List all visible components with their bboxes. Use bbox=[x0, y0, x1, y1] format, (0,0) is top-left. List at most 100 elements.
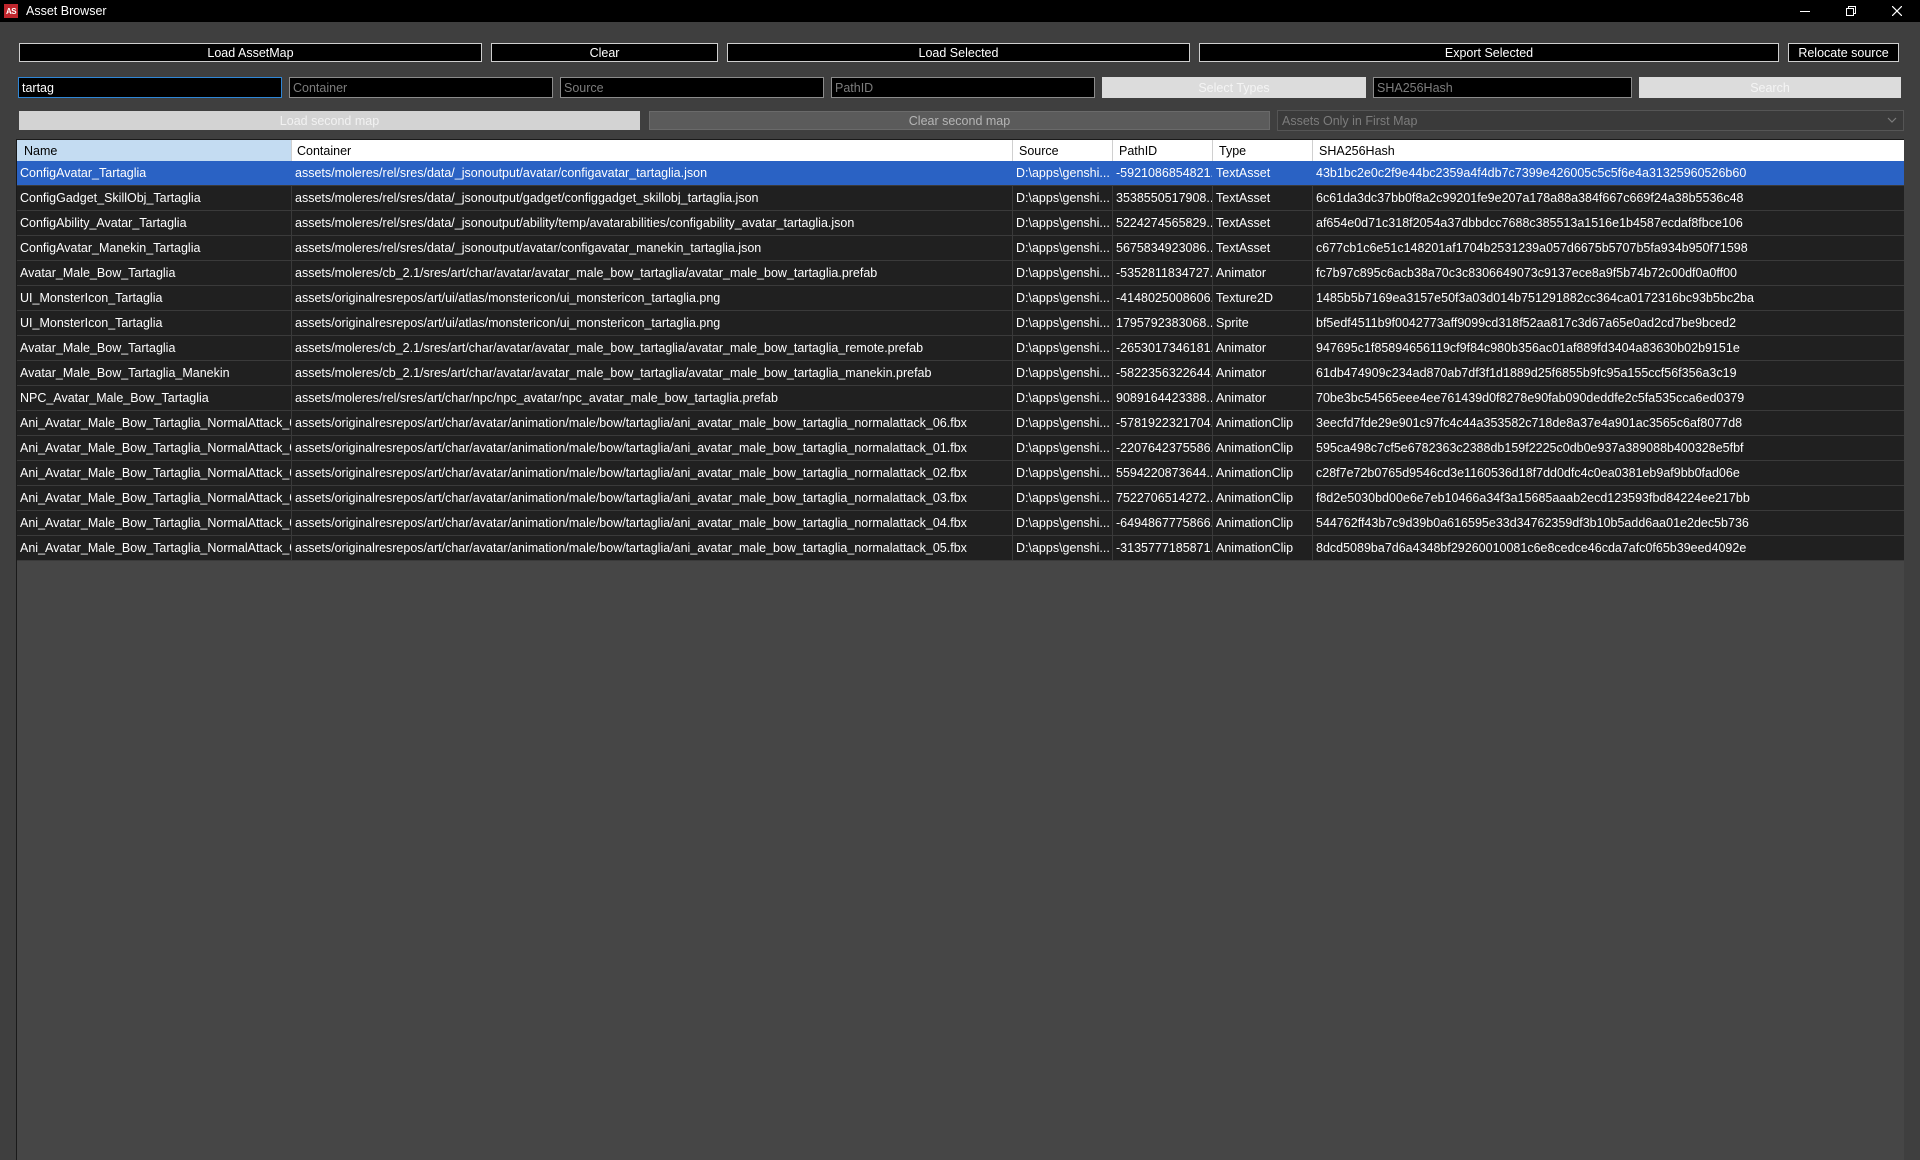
cell-container: assets/moleres/cb_2.1/sres/art/char/avat… bbox=[292, 336, 1013, 360]
cell-container: assets/moleres/rel/sres/data/_jsonoutput… bbox=[292, 161, 1013, 185]
load-selected-button[interactable]: Load Selected bbox=[727, 43, 1190, 62]
cell-container: assets/moleres/rel/sres/data/_jsonoutput… bbox=[292, 186, 1013, 210]
table-row[interactable]: Avatar_Male_Bow_Tartaglia assets/moleres/… bbox=[17, 261, 1904, 286]
cell-container: assets/originalresrepos/art/char/avatar/… bbox=[292, 461, 1013, 485]
clear-second-map-button[interactable]: Clear second map bbox=[649, 111, 1270, 130]
cell-container: assets/moleres/cb_2.1/sres/art/char/avat… bbox=[292, 261, 1013, 285]
select-types-button[interactable]: Select Types bbox=[1102, 77, 1366, 98]
cell-name: UI_MonsterIcon_Tartaglia bbox=[17, 311, 292, 335]
cell-source: D:\apps\genshi... bbox=[1013, 536, 1113, 560]
cell-sha256: 43b1bc2e0c2f9e44bc2359a4f4db7c7399e42600… bbox=[1316, 166, 1747, 180]
cell-source: D:\apps\genshi... bbox=[1013, 486, 1113, 510]
table-row[interactable]: Ani_Avatar_Male_Bow_Tartaglia_NormalAtta… bbox=[17, 461, 1904, 486]
cell-pathid: -5921086854821... bbox=[1113, 161, 1213, 185]
cell-name: Ani_Avatar_Male_Bow_Tartaglia_NormalAtta… bbox=[17, 486, 292, 510]
cell-source: D:\apps\genshi... bbox=[1013, 411, 1113, 435]
cell-pathid: 1795792383068... bbox=[1113, 311, 1213, 335]
cell-sha256: 6c61da3dc37bb0f8a2c99201fe9e207a178a88a3… bbox=[1316, 191, 1744, 205]
cell-type: AnimationClip bbox=[1213, 411, 1313, 435]
table-row[interactable]: Ani_Avatar_Male_Bow_Tartaglia_NormalAtta… bbox=[17, 411, 1904, 436]
cell-pathid: 5594220873644... bbox=[1113, 461, 1213, 485]
table-row[interactable]: ConfigGadget_SkillObj_Tartaglia assets/mo… bbox=[17, 186, 1904, 211]
table-row[interactable]: Avatar_Male_Bow_Tartaglia assets/moleres/… bbox=[17, 336, 1904, 361]
cell-source: D:\apps\genshi... bbox=[1013, 261, 1113, 285]
cell-sha256: bf5edf4511b9f0042773aff9099cd318f52aa817… bbox=[1316, 316, 1737, 330]
column-header-type[interactable]: Type bbox=[1213, 140, 1313, 161]
export-selected-button[interactable]: Export Selected bbox=[1199, 43, 1779, 62]
table-row[interactable]: ConfigAvatar_Manekin_Tartaglia assets/mol… bbox=[17, 236, 1904, 261]
title-bar: AS Asset Browser bbox=[0, 0, 1920, 22]
second-map-mode-select[interactable]: Assets Only in First Map bbox=[1277, 110, 1904, 131]
minimize-button[interactable] bbox=[1782, 0, 1828, 22]
cell-container: assets/moleres/cb_2.1/sres/art/char/avat… bbox=[292, 361, 1013, 385]
cell-source: D:\apps\genshi... bbox=[1013, 461, 1113, 485]
column-header-name[interactable]: Name bbox=[17, 140, 292, 161]
sha256-filter-input[interactable] bbox=[1373, 77, 1632, 98]
cell-pathid: -2653017346181... bbox=[1113, 336, 1213, 360]
cell-name: UI_MonsterIcon_Tartaglia bbox=[17, 286, 292, 310]
cell-type: Animator bbox=[1213, 261, 1313, 285]
cell-pathid: -4148025008606... bbox=[1113, 286, 1213, 310]
cell-source: D:\apps\genshi... bbox=[1013, 186, 1113, 210]
container-filter-input[interactable] bbox=[289, 77, 553, 98]
cell-sha256: 8dcd5089ba7d6a4348bf29260010081c6e8cedce… bbox=[1316, 541, 1747, 555]
cell-pathid: 5675834923086... bbox=[1113, 236, 1213, 260]
cell-container: assets/originalresrepos/art/ui/atlas/mon… bbox=[292, 286, 1013, 310]
app-logo-icon: AS bbox=[4, 4, 18, 18]
column-header-sha256[interactable]: SHA256Hash bbox=[1313, 140, 1904, 161]
column-header-source[interactable]: Source bbox=[1013, 140, 1113, 161]
cell-type: Animator bbox=[1213, 361, 1313, 385]
cell-type: TextAsset bbox=[1213, 211, 1313, 235]
cell-sha256: 3eecfd7fde29e901c97fc4c44a353582c718de8a… bbox=[1316, 416, 1743, 430]
cell-name: Avatar_Male_Bow_Tartaglia_Manekin bbox=[17, 361, 292, 385]
cell-sha256: af654e0d71c318f2054a37dbbdcc7688c385513a… bbox=[1316, 216, 1743, 230]
table-row[interactable]: UI_MonsterIcon_Tartaglia assets/originalr… bbox=[17, 311, 1904, 336]
close-button[interactable] bbox=[1874, 0, 1920, 22]
cell-source: D:\apps\genshi... bbox=[1013, 161, 1113, 185]
restore-button[interactable] bbox=[1828, 0, 1874, 22]
cell-type: AnimationClip bbox=[1213, 536, 1313, 560]
load-second-map-button[interactable]: Load second map bbox=[19, 111, 640, 130]
search-button[interactable]: Search bbox=[1639, 77, 1901, 98]
table-row[interactable]: Ani_Avatar_Male_Bow_Tartaglia_NormalAtta… bbox=[17, 486, 1904, 511]
cell-pathid: -6494867775866... bbox=[1113, 511, 1213, 535]
table-row[interactable]: Ani_Avatar_Male_Bow_Tartaglia_NormalAtta… bbox=[17, 511, 1904, 536]
cell-pathid: -3135777185871... bbox=[1113, 536, 1213, 560]
cell-sha256: 61db474909c234ad870ab7df3f1d1889d25f6855… bbox=[1316, 366, 1737, 380]
cell-name: ConfigAvatar_Manekin_Tartaglia bbox=[17, 236, 292, 260]
cell-type: TextAsset bbox=[1213, 236, 1313, 260]
clear-button[interactable]: Clear bbox=[491, 43, 718, 62]
cell-source: D:\apps\genshi... bbox=[1013, 211, 1113, 235]
table-row[interactable]: ConfigAvatar_Tartaglia assets/moleres/rel… bbox=[17, 161, 1904, 186]
table-row[interactable]: Avatar_Male_Bow_Tartaglia_Manekin assets/… bbox=[17, 361, 1904, 386]
table-row[interactable]: Ani_Avatar_Male_Bow_Tartaglia_NormalAtta… bbox=[17, 436, 1904, 461]
table-row[interactable]: UI_MonsterIcon_Tartaglia assets/originalr… bbox=[17, 286, 1904, 311]
table-row[interactable]: ConfigAbility_Avatar_Tartaglia assets/mol… bbox=[17, 211, 1904, 236]
cell-type: AnimationClip bbox=[1213, 461, 1313, 485]
cell-sha256: c28f7e72b0765d9546cd3e1160536d18f7dd0dfc… bbox=[1316, 466, 1740, 480]
pathid-filter-input[interactable] bbox=[831, 77, 1095, 98]
name-filter-input[interactable] bbox=[18, 77, 282, 98]
cell-pathid: -5781922321704... bbox=[1113, 411, 1213, 435]
relocate-source-button[interactable]: Relocate source bbox=[1788, 43, 1899, 62]
cell-type: TextAsset bbox=[1213, 186, 1313, 210]
cell-source: D:\apps\genshi... bbox=[1013, 286, 1113, 310]
load-assetmap-button[interactable]: Load AssetMap bbox=[19, 43, 482, 62]
column-header-container[interactable]: Container bbox=[292, 140, 1013, 161]
cell-container: assets/originalresrepos/art/ui/atlas/mon… bbox=[292, 311, 1013, 335]
column-header-pathid[interactable]: PathID bbox=[1113, 140, 1213, 161]
cell-pathid: 9089164423388... bbox=[1113, 386, 1213, 410]
minimize-icon bbox=[1800, 11, 1810, 12]
cell-sha256: 947695c1f85894656119cf9f84c980b356ac01af… bbox=[1316, 341, 1740, 355]
cell-name: Ani_Avatar_Male_Bow_Tartaglia_NormalAtta… bbox=[17, 411, 292, 435]
cell-container: assets/originalresrepos/art/char/avatar/… bbox=[292, 411, 1013, 435]
cell-container: assets/moleres/rel/sres/data/_jsonoutput… bbox=[292, 236, 1013, 260]
cell-source: D:\apps\genshi... bbox=[1013, 436, 1113, 460]
window-controls bbox=[1782, 0, 1920, 22]
table-row[interactable]: NPC_Avatar_Male_Bow_Tartaglia assets/mole… bbox=[17, 386, 1904, 411]
cell-type: AnimationClip bbox=[1213, 486, 1313, 510]
cell-type: TextAsset bbox=[1213, 161, 1313, 185]
cell-type: Animator bbox=[1213, 336, 1313, 360]
table-row[interactable]: Ani_Avatar_Male_Bow_Tartaglia_NormalAtta… bbox=[17, 536, 1904, 561]
source-filter-input[interactable] bbox=[560, 77, 824, 98]
